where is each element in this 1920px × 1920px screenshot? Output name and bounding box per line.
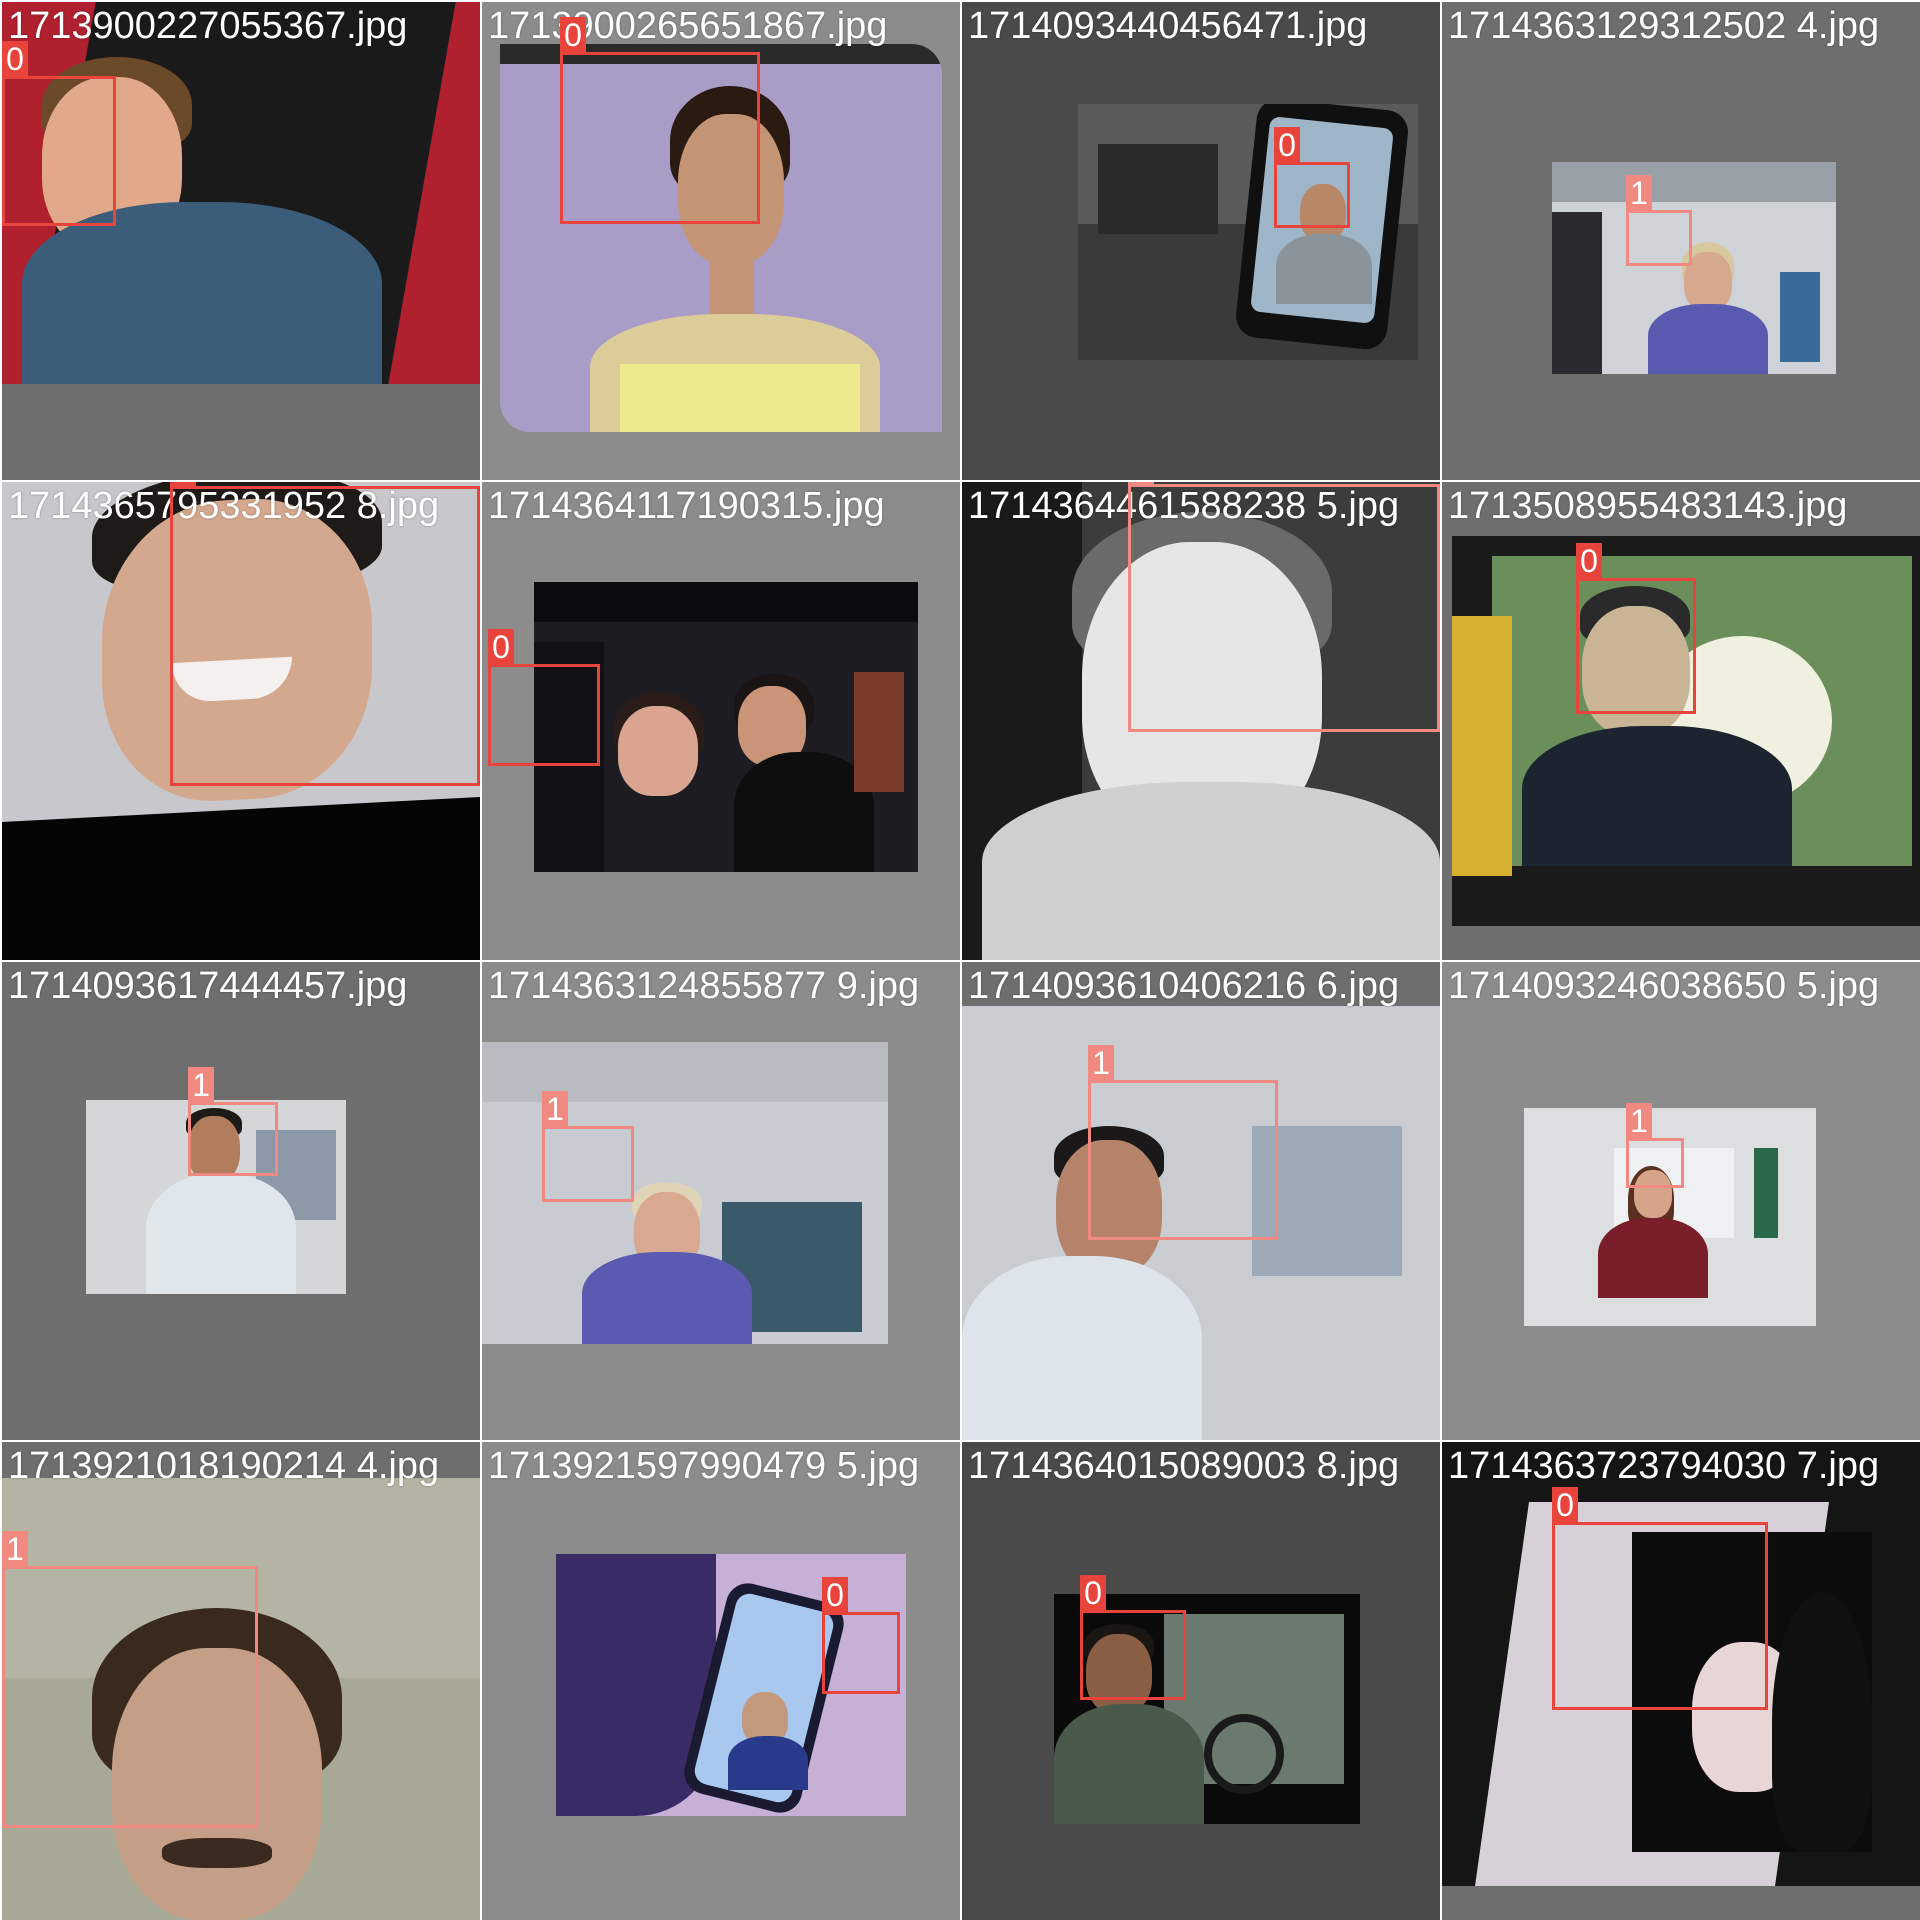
- bounding-box: 0: [1274, 127, 1350, 228]
- filename-label: 1714364117190315.jpg: [488, 485, 885, 527]
- grid-tile[interactable]: 1714364015089003 8.jpg 0: [962, 1442, 1440, 1920]
- grid-tile[interactable]: 1714363129312502 4.jpg 1: [1442, 2, 1920, 480]
- filename-label: 1714363124855877 9.jpg: [488, 965, 920, 1007]
- filename-label: 1714363129312502 4.jpg: [1448, 5, 1880, 47]
- class-label: 0: [1576, 543, 1602, 579]
- filename-label: 1714093246038650 5.jpg: [1448, 965, 1880, 1007]
- class-label: 1: [542, 1091, 568, 1127]
- bounding-box: 1: [1626, 175, 1692, 266]
- class-label: 0: [560, 17, 586, 53]
- class-label: 0: [170, 482, 196, 487]
- grid-tile[interactable]: 1713900265651867.jpg 0: [482, 2, 960, 480]
- grid-tile[interactable]: 1713508955483143.jpg 0: [1442, 482, 1920, 960]
- bounding-box: 0: [822, 1577, 900, 1694]
- class-label: 0: [1080, 1575, 1106, 1611]
- bounding-box: 0: [488, 629, 600, 766]
- class-label: 0: [488, 629, 514, 665]
- filename-label: 1713921597990479 5.jpg: [488, 1445, 920, 1487]
- grid-tile[interactable]: 1714093617444457.jpg 1: [2, 962, 480, 1440]
- class-label: 0: [1274, 127, 1300, 163]
- grid-tile[interactable]: 1714364461588238 5.jpg 1: [962, 482, 1440, 960]
- bounding-box: 0: [1576, 543, 1696, 714]
- class-label: 1: [2, 1531, 28, 1567]
- grid-tile[interactable]: 1714093246038650 5.jpg 1: [1442, 962, 1920, 1440]
- class-label: 1: [1626, 175, 1652, 211]
- filename-label: 1713900265651867.jpg: [488, 5, 888, 47]
- bounding-box: 0: [1080, 1575, 1186, 1700]
- image-grid: 1713900227055367.jpg 0 1713900265651867.…: [0, 0, 1920, 1920]
- class-label: 1: [188, 1067, 214, 1103]
- filename-label: 1714363723794030 7.jpg: [1448, 1445, 1880, 1487]
- filename-label: 1713900227055367.jpg: [8, 5, 408, 47]
- bounding-box: 1: [1088, 1045, 1278, 1240]
- grid-tile[interactable]: 1714363723794030 7.jpg 0: [1442, 1442, 1920, 1920]
- grid-tile[interactable]: 1714363124855877 9.jpg 1: [482, 962, 960, 1440]
- grid-tile[interactable]: 1714093610406216 6.jpg 1: [962, 962, 1440, 1440]
- bounding-box: 0: [2, 41, 116, 226]
- grid-tile[interactable]: 1713900227055367.jpg 0: [2, 2, 480, 480]
- tile-photo: [1552, 162, 1836, 374]
- grid-tile[interactable]: 1714093440456471.jpg 0: [962, 2, 1440, 480]
- bounding-box: 1: [188, 1067, 278, 1176]
- bounding-box: 0: [170, 482, 480, 786]
- class-label: 0: [2, 41, 28, 77]
- tile-photo: [1078, 104, 1418, 360]
- class-label: 0: [1552, 1487, 1578, 1523]
- class-label: 1: [1626, 1103, 1652, 1139]
- bounding-box: 1: [2, 1531, 258, 1828]
- filename-label: 1714093440456471.jpg: [968, 5, 1368, 47]
- grid-tile[interactable]: 1713921018190214 4.jpg 1: [2, 1442, 480, 1920]
- grid-tile[interactable]: 1714365795331952 8.jpg 0: [2, 482, 480, 960]
- bounding-box: 0: [560, 17, 760, 224]
- filename-label: 1714093617444457.jpg: [8, 965, 408, 1007]
- class-label: 0: [822, 1577, 848, 1613]
- grid-tile[interactable]: 1713921597990479 5.jpg 0: [482, 1442, 960, 1920]
- filename-label: 1713508955483143.jpg: [1448, 485, 1848, 527]
- filename-label: 1714364015089003 8.jpg: [968, 1445, 1400, 1487]
- bounding-box: 1: [542, 1091, 634, 1202]
- filename-label: 1713921018190214 4.jpg: [8, 1445, 440, 1487]
- bounding-box: 1: [1128, 482, 1440, 732]
- filename-label: 1714093610406216 6.jpg: [968, 965, 1400, 1007]
- grid-tile[interactable]: 1714364117190315.jpg 0: [482, 482, 960, 960]
- bounding-box: 0: [1552, 1487, 1768, 1710]
- bounding-box: 1: [1626, 1103, 1684, 1188]
- class-label: 1: [1128, 482, 1154, 485]
- class-label: 1: [1088, 1045, 1114, 1081]
